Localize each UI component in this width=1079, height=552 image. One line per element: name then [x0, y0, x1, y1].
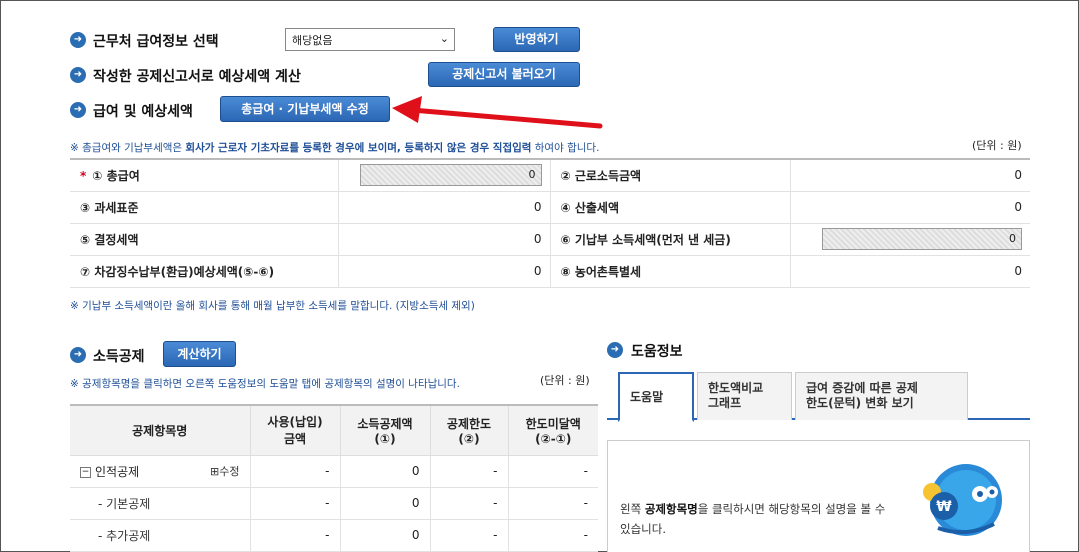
col-header-shortfall: 한도미달액 (②-①) — [507, 405, 598, 456]
tab-threshold-change[interactable]: 급여 증감에 따른 공제 한도(문턱) 변화 보기 — [795, 372, 968, 420]
deduction-table: 공제항목명 사용(납입) 금액 소득공제액 (①) 공제한도 (②) 한도미달액… — [70, 404, 598, 552]
value-earned-income: 0 — [789, 159, 1030, 192]
table-cell: * ① 총급여 — [70, 159, 338, 192]
table-row: - 기본공제 - 0 - - — [70, 487, 598, 520]
additional-deduction-item[interactable]: - 추가공제 — [70, 519, 250, 552]
cell-limit: - — [429, 487, 508, 520]
label-total-salary: ① 총급여 — [92, 168, 140, 183]
table-row: − 인적공제 ⊞수정 - 0 - - — [70, 455, 598, 488]
prepaid-tax-input[interactable]: 0 — [822, 228, 1022, 250]
notice-bold: 회사가 근로자 기초자료를 등록한 경우에 보이며, 등록하지 않은 경우 직접… — [185, 142, 532, 154]
workplace-label: 근무처 급여정보 선택 — [93, 34, 219, 50]
label-calculated-tax: ④ 산출세액 — [549, 191, 790, 224]
cell-limit: - — [429, 519, 508, 552]
cell-deduction: 0 — [339, 519, 430, 552]
table-cell: − 인적공제 ⊞수정 — [70, 455, 250, 488]
notice-deduction: ※ 공제항목명을 클릭하면 오른쪽 도움정보의 도움말 탭에 공제항목의 설명이… — [70, 378, 460, 390]
help-tabs: 도움말 한도액비교 그래프 급여 증감에 따른 공제 한도(문턱) 변화 보기 — [607, 372, 1030, 422]
cell-amount: - — [249, 487, 340, 520]
table-cell: 0 — [789, 223, 1030, 256]
col-header-deduction: 소득공제액 (①) — [339, 405, 430, 456]
tab-help[interactable]: 도움말 — [618, 372, 694, 422]
col-header-limit: 공제한도 (②) — [429, 405, 508, 456]
cell-shortfall: - — [507, 487, 598, 520]
svg-text:₩: ₩ — [936, 499, 952, 515]
cell-deduction: 0 — [339, 487, 430, 520]
cell-shortfall: - — [507, 519, 598, 552]
chevron-down-icon: ⌄ — [439, 32, 449, 45]
notice-salary: ※ 총급여와 기납부세액은 회사가 근로자 기초자료를 등록한 경우에 보이며,… — [70, 140, 599, 155]
red-arrow-icon — [392, 96, 603, 129]
arrow-bullet-icon: ➜ — [70, 102, 86, 118]
value-calculated-tax: 0 — [789, 191, 1030, 224]
salary-table: * ① 총급여 0 ② 근로소득금액 0 ③ 과세표준 0 ④ 산출세액 0 ⑤ … — [70, 158, 1030, 288]
table-row: ⑦ 차감징수납부(환급)예상세액(⑤-⑥) 0 ⑧ 농어촌특별세 0 — [70, 255, 1030, 288]
table-row: * ① 총급여 0 ② 근로소득금액 0 — [70, 159, 1030, 192]
notice-prefix: ※ 총급여와 기납부세액은 — [70, 142, 186, 154]
table-row: - 추가공제 - 0 - - — [70, 519, 598, 552]
deduction-title: 소득공제 — [93, 349, 145, 365]
unit-label: (단위 : 원) — [972, 139, 1022, 152]
arrow-bullet-icon: ➜ — [70, 32, 86, 48]
unit-label: (단위 : 원) — [540, 374, 590, 387]
cell-shortfall: - — [507, 455, 598, 488]
value-tax-base: 0 — [337, 191, 550, 224]
cell-limit: - — [429, 455, 508, 488]
calculate-button[interactable]: 계산하기 — [163, 341, 236, 367]
required-icon: * — [80, 168, 87, 183]
cell-deduction: 0 — [339, 455, 430, 488]
apply-button[interactable]: 반영하기 — [493, 27, 580, 52]
basic-deduction-item[interactable]: - 기본공제 — [70, 487, 250, 520]
notice-prepaid: ※ 기납부 소득세액이란 올해 회사를 통해 매월 납부한 소득세를 말합니다.… — [70, 300, 475, 312]
calc-label: 작성한 공제신고서로 예상세액 계산 — [93, 69, 301, 85]
arrow-bullet-icon: ➜ — [607, 342, 623, 358]
mascot-icon: ₩ — [923, 464, 1002, 536]
item-label: 인적공제 — [95, 464, 140, 479]
label-earned-income: ② 근로소득금액 — [549, 159, 790, 192]
label-tax-base: ③ 과세표준 — [70, 191, 338, 224]
label-rural-tax: ⑧ 농어촌특별세 — [549, 255, 790, 288]
cell-amount: - — [249, 455, 340, 488]
workplace-select[interactable]: 해당없음 ⌄ — [285, 28, 455, 51]
workplace-select-value: 해당없음 — [292, 34, 333, 47]
value-rural-tax: 0 — [789, 255, 1030, 288]
help-text-prefix: 왼쪽 — [620, 502, 645, 516]
table-cell: 0 — [337, 159, 550, 192]
edit-link[interactable]: ⊞수정 — [206, 463, 239, 479]
help-title: 도움정보 — [631, 344, 683, 360]
tab-limit-graph[interactable]: 한도액비교 그래프 — [697, 372, 792, 420]
label-expected-refund: ⑦ 차감징수납부(환급)예상세액(⑤-⑥) — [70, 255, 338, 288]
value-expected-refund: 0 — [337, 255, 550, 288]
label-prepaid-tax: ⑥ 기납부 소득세액(먼저 낸 세금) — [549, 223, 790, 256]
col-header-item: 공제항목명 — [70, 405, 250, 456]
notice-suffix: 하여야 합니다. — [531, 142, 600, 154]
help-text-bold: 공제항목명 — [644, 502, 698, 516]
arrow-bullet-icon: ➜ — [70, 347, 86, 363]
collapse-icon[interactable]: − — [80, 466, 91, 478]
arrow-bullet-icon: ➜ — [70, 67, 86, 83]
table-header-row: 공제항목명 사용(납입) 금액 소득공제액 (①) 공제한도 (②) 한도미달액… — [70, 405, 598, 456]
value-determined-tax: 0 — [337, 223, 550, 256]
table-row: ⑤ 결정세액 0 ⑥ 기납부 소득세액(먼저 낸 세금) 0 — [70, 223, 1030, 256]
edit-salary-button[interactable]: 총급여 · 기납부세액 수정 — [220, 96, 390, 122]
help-text: 왼쪽 공제항목명을 클릭하시면 해당항목의 설명을 볼 수 있습니다. — [620, 499, 890, 539]
personal-deduction-item[interactable]: − 인적공제 — [80, 463, 139, 480]
col-header-amount: 사용(납입) 금액 — [249, 405, 340, 456]
label-determined-tax: ⑤ 결정세액 — [70, 223, 338, 256]
cell-amount: - — [249, 519, 340, 552]
table-row: ③ 과세표준 0 ④ 산출세액 0 — [70, 191, 1030, 224]
load-deduction-button[interactable]: 공제신고서 불러오기 — [428, 62, 580, 87]
salary-label: 급여 및 예상세액 — [93, 104, 193, 120]
total-salary-input[interactable]: 0 — [359, 164, 542, 187]
